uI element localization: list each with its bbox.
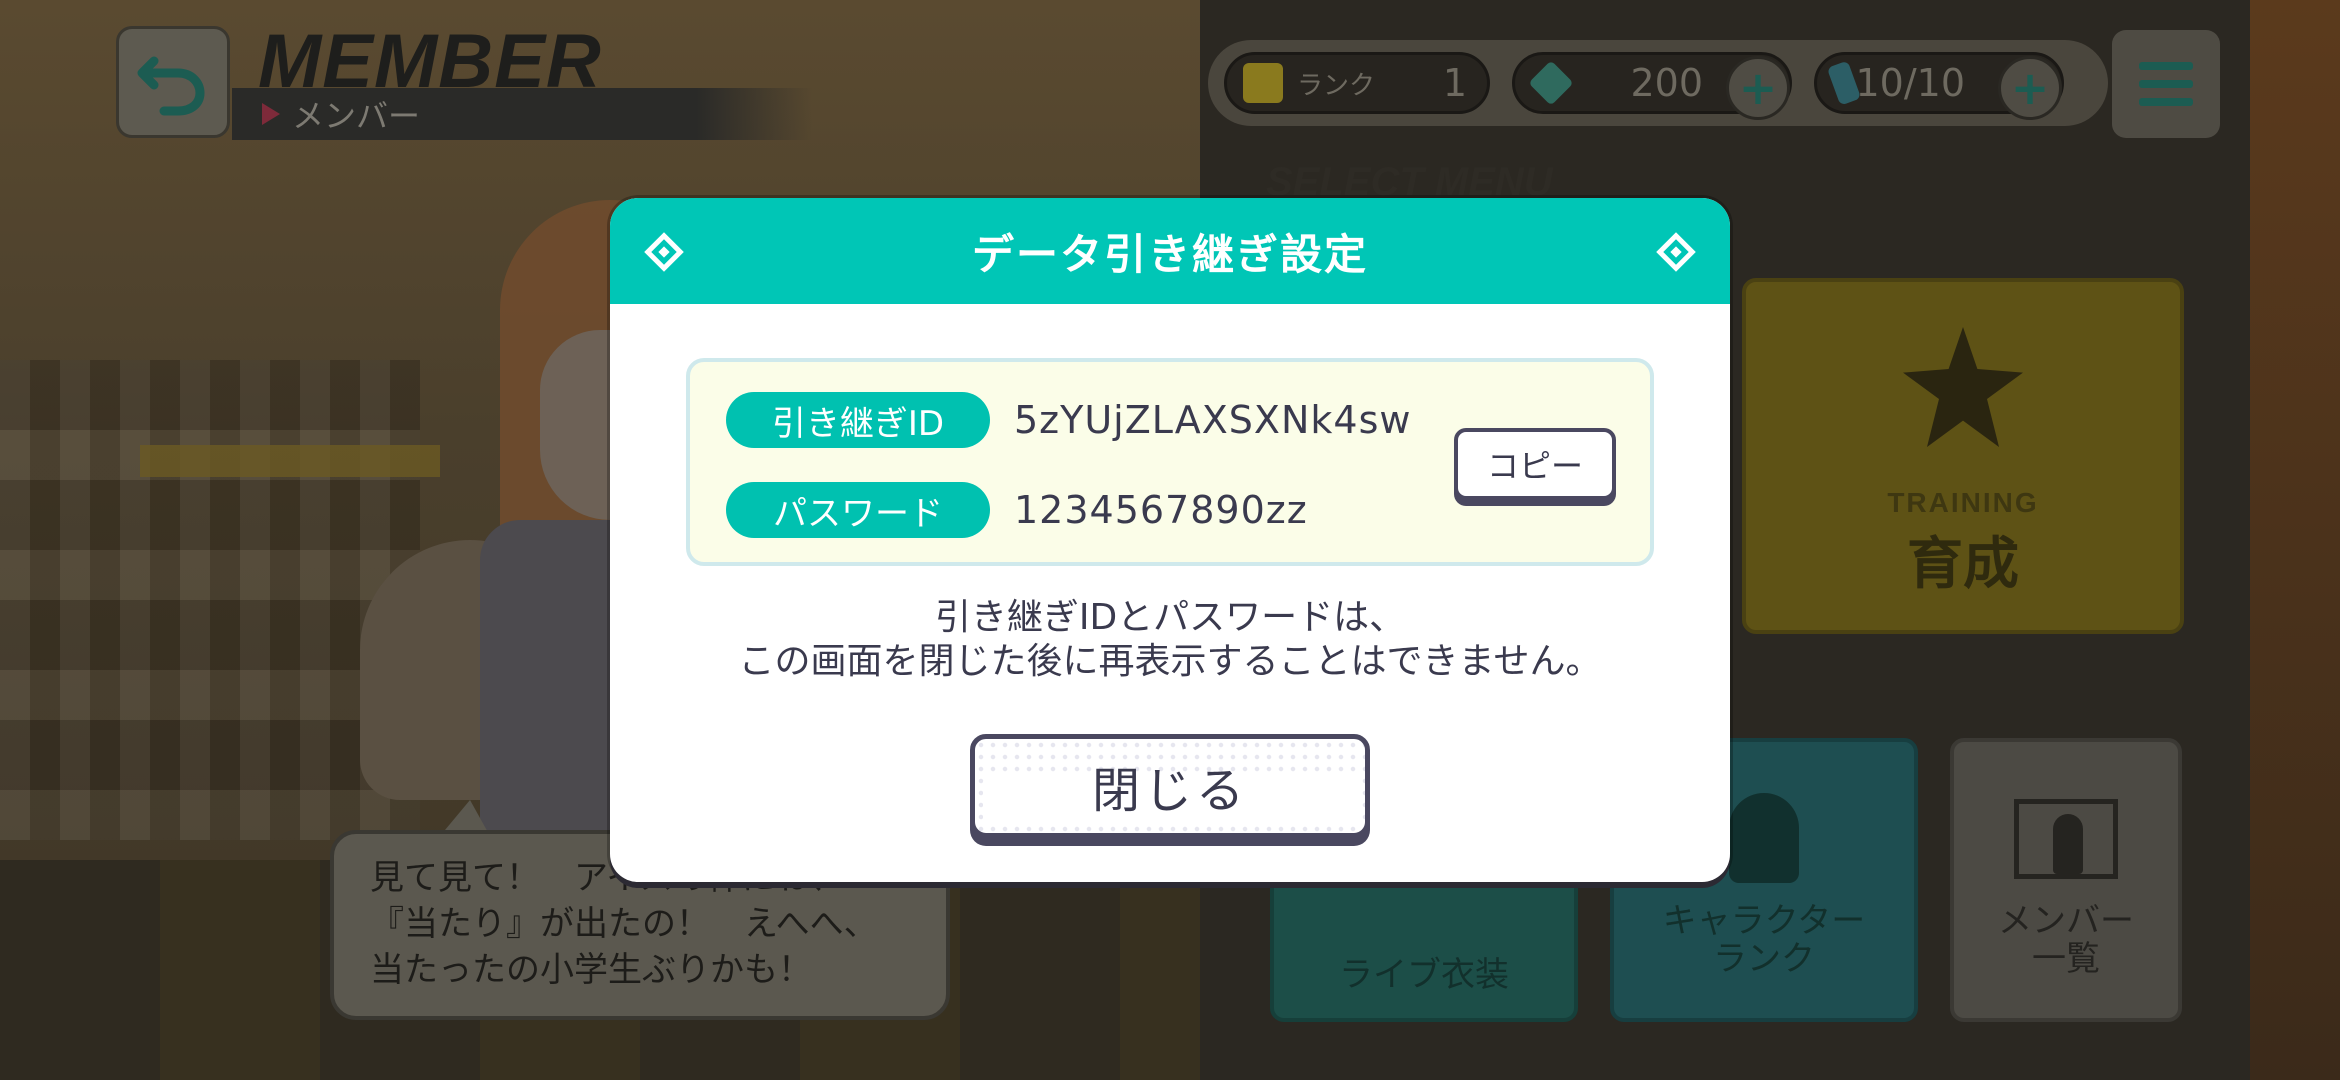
dialog-title: データ引き継ぎ設定: [971, 229, 1368, 279]
password-row: パスワード 1234567890zz: [726, 482, 1308, 538]
portrait-frame-icon: [2014, 799, 2118, 880]
transfer-id-value: 5zYUjZLAXSXNk4sw: [1014, 398, 1412, 442]
hamburger-menu-icon: [2139, 62, 2193, 70]
back-arrow-icon: [137, 56, 205, 116]
background-sign: [140, 445, 440, 477]
password-label: パスワード: [726, 482, 990, 538]
character-rank-label-1: キャラクター: [1662, 901, 1866, 942]
background-shelves: [0, 360, 420, 840]
back-button[interactable]: [116, 26, 230, 138]
crystal-icon: [1528, 60, 1574, 106]
character-rank-label-2: ランク: [1713, 938, 1815, 979]
data-transfer-dialog: データ引き継ぎ設定 引き継ぎID 5zYUjZLAXSXNk4sw パスワード …: [610, 198, 1730, 882]
speech-line: 当たったの小学生ぶりかも！: [370, 949, 812, 990]
notice-line-1: 引き継ぎIDとパスワードは、: [934, 597, 1406, 638]
close-button-label: 閉じる: [1091, 763, 1248, 819]
plus-icon: +: [1738, 61, 1778, 115]
plus-icon: +: [2010, 61, 2050, 115]
dialog-notice: 引き継ぎIDとパスワードは、 この画面を閉じた後に再表示することはできません。: [610, 596, 1730, 684]
background-edge: [2250, 0, 2340, 1080]
training-card[interactable]: TRAINING 育成: [1742, 278, 2184, 634]
member-list-card[interactable]: メンバー 一覧: [1950, 738, 2182, 1022]
member-list-label-2: 一覧: [2032, 938, 2100, 979]
gem-count: 200: [1630, 61, 1703, 105]
live-costume-label: ライブ衣装: [1339, 954, 1509, 995]
rank-label: ランク: [1297, 70, 1376, 101]
copy-button[interactable]: コピー: [1454, 428, 1616, 500]
rank-display: ランク 1: [1224, 52, 1490, 114]
transfer-id-row: 引き継ぎID 5zYUjZLAXSXNk4sw: [726, 392, 1411, 448]
page-subtitle: メンバー: [232, 88, 812, 140]
star-sparkle-icon: [1903, 327, 2023, 447]
hamburger-menu-button[interactable]: [2112, 30, 2220, 138]
member-list-label-1: メンバー: [1998, 901, 2134, 942]
ticket-count: 10/10: [1855, 61, 1965, 105]
dialog-header: データ引き継ぎ設定: [610, 198, 1730, 304]
add-tickets-button[interactable]: +: [1998, 56, 2062, 120]
triangle-marker-icon: [262, 103, 280, 125]
add-gems-button[interactable]: +: [1726, 56, 1790, 120]
speech-line: 『当たり』が出たの！ えへへ、: [370, 903, 878, 944]
training-label-en: TRAINING: [1887, 487, 2039, 518]
person-icon: [1729, 793, 1799, 884]
transfer-id-label: 引き継ぎID: [726, 392, 990, 448]
diamond-ornament-icon: [1656, 232, 1696, 272]
training-label-jp: 育成: [1907, 532, 2019, 597]
page-subtitle-text: メンバー: [292, 97, 421, 135]
password-value: 1234567890zz: [1014, 488, 1308, 532]
diamond-ornament-icon: [644, 232, 684, 272]
notice-line-2: この画面を閉じた後に再表示することはできません。: [738, 640, 1602, 682]
music-note-icon: [1243, 63, 1283, 103]
credentials-box: 引き継ぎID 5zYUjZLAXSXNk4sw パスワード 1234567890…: [686, 358, 1654, 566]
close-button[interactable]: 閉じる: [970, 734, 1370, 838]
live-costume-card[interactable]: ライブ衣装: [1270, 866, 1578, 1022]
rank-value: 1: [1442, 61, 1467, 105]
